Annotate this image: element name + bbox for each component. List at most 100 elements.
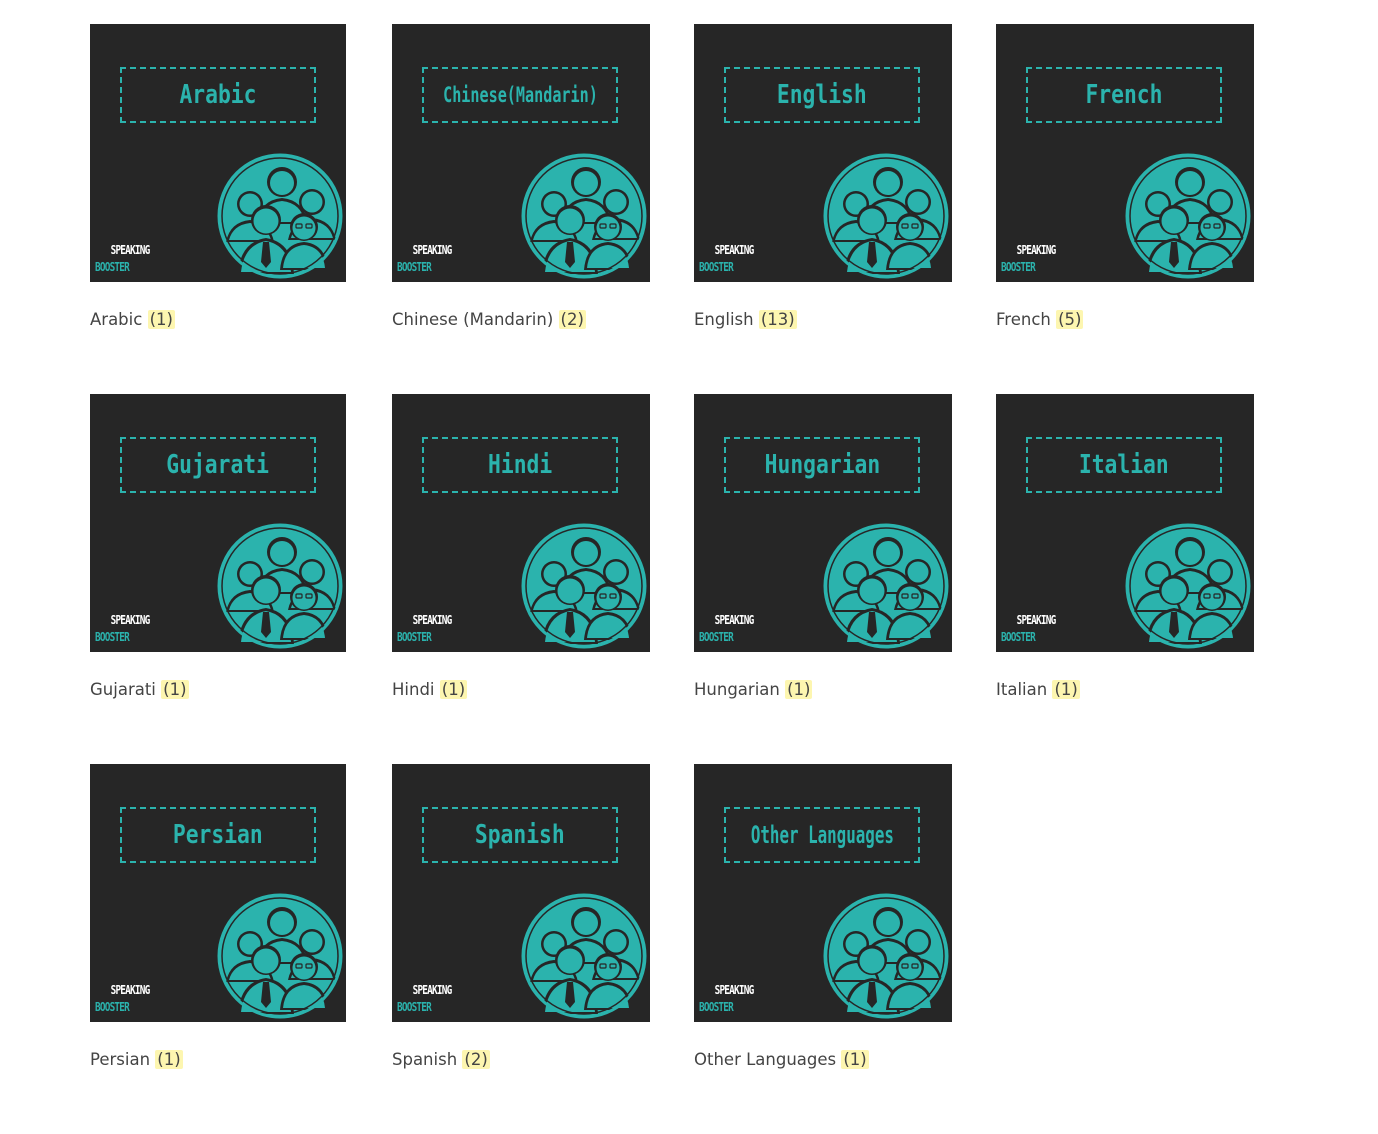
thumbnail-title-box: English <box>724 67 920 123</box>
category-italian[interactable]: Italian SPEAKING BOOSTER Italian (1) <box>996 394 1254 764</box>
brand-logo: SPEAKING BOOSTER <box>1001 613 1056 644</box>
brand-logo: SPEAKING BOOSTER <box>95 243 150 274</box>
category-chinese-mandarin[interactable]: Chinese(Mandarin) SPEAKING BOOSTER Chines… <box>392 24 650 394</box>
category-label: Italian <box>996 680 1048 699</box>
brand-logo: SPEAKING BOOSTER <box>699 983 754 1014</box>
brand-logo: SPEAKING BOOSTER <box>95 613 150 644</box>
category-label: English <box>694 310 754 329</box>
thumbnail-title-box: Spanish <box>422 807 618 863</box>
thumbnail-title-box: Chinese(Mandarin) <box>422 67 618 123</box>
category-caption[interactable]: Other Languages (1) <box>694 1050 952 1069</box>
thumbnail-title: Persian <box>173 820 263 850</box>
people-group-icon <box>823 893 949 1019</box>
category-caption[interactable]: Italian (1) <box>996 680 1254 699</box>
category-label: Gujarati <box>90 680 156 699</box>
category-count-badge: (13) <box>758 310 797 329</box>
people-group-icon <box>1125 153 1251 279</box>
category-label: French <box>996 310 1051 329</box>
category-grid: Arabic SPEAKING BOOSTER Arabic (1) Chines… <box>90 24 1254 1134</box>
thumbnail-title-box: Hindi <box>422 437 618 493</box>
thumbnail-title: Spanish <box>475 820 565 850</box>
category-hungarian[interactable]: Hungarian SPEAKING BOOSTER Hungarian (1) <box>694 394 952 764</box>
people-group-icon <box>521 153 647 279</box>
category-thumbnail[interactable]: English SPEAKING BOOSTER <box>694 24 952 282</box>
category-thumbnail[interactable]: French SPEAKING BOOSTER <box>996 24 1254 282</box>
category-thumbnail[interactable]: Persian SPEAKING BOOSTER <box>90 764 346 1022</box>
people-group-icon <box>823 523 949 649</box>
thumbnail-title-box: Hungarian <box>724 437 920 493</box>
category-caption[interactable]: Hungarian (1) <box>694 680 952 699</box>
category-count-badge: (1) <box>161 680 189 699</box>
people-group-icon <box>217 893 343 1019</box>
category-label: Spanish <box>392 1050 458 1069</box>
category-thumbnail[interactable]: Spanish SPEAKING BOOSTER <box>392 764 650 1022</box>
thumbnail-title: English <box>777 80 867 110</box>
category-label: Chinese (Mandarin) <box>392 310 554 329</box>
thumbnail-title: Hungarian <box>764 450 880 480</box>
category-hindi[interactable]: Hindi SPEAKING BOOSTER Hindi (1) <box>392 394 650 764</box>
category-count-badge: (2) <box>558 310 586 329</box>
category-count-badge: (5) <box>1056 310 1084 329</box>
thumbnail-title-box: French <box>1026 67 1222 123</box>
brand-logo: SPEAKING BOOSTER <box>397 983 452 1014</box>
category-count-badge: (1) <box>147 310 175 329</box>
category-thumbnail[interactable]: Hungarian SPEAKING BOOSTER <box>694 394 952 652</box>
thumbnail-title-box: Arabic <box>120 67 316 123</box>
category-other-languages[interactable]: Other Languages SPEAKING BOOSTER Other La… <box>694 764 952 1134</box>
thumbnail-title: Chinese(Mandarin) <box>442 83 598 107</box>
category-count-badge: (1) <box>1052 680 1080 699</box>
people-group-icon <box>217 523 343 649</box>
people-group-icon <box>823 153 949 279</box>
category-persian[interactable]: Persian SPEAKING BOOSTER Persian (1) <box>90 764 348 1134</box>
category-count-badge: (1) <box>841 1050 869 1069</box>
category-spanish[interactable]: Spanish SPEAKING BOOSTER Spanish (2) <box>392 764 650 1134</box>
category-thumbnail[interactable]: Hindi SPEAKING BOOSTER <box>392 394 650 652</box>
thumbnail-title: French <box>1085 80 1163 110</box>
thumbnail-title: Other Languages <box>750 821 894 849</box>
brand-logo: SPEAKING BOOSTER <box>397 243 452 274</box>
thumbnail-title: Italian <box>1079 450 1169 480</box>
brand-logo: SPEAKING BOOSTER <box>397 613 452 644</box>
brand-logo: SPEAKING BOOSTER <box>1001 243 1056 274</box>
category-caption[interactable]: French (5) <box>996 310 1254 329</box>
thumbnail-title: Gujarati <box>166 450 270 480</box>
category-label: Other Languages <box>694 1050 837 1069</box>
category-label: Hungarian <box>694 680 780 699</box>
category-count-badge: (1) <box>155 1050 183 1069</box>
brand-logo: SPEAKING BOOSTER <box>95 983 150 1014</box>
category-count-badge: (1) <box>439 680 468 699</box>
category-label: Persian <box>90 1050 151 1069</box>
category-caption[interactable]: Spanish (2) <box>392 1050 650 1069</box>
category-thumbnail[interactable]: Other Languages SPEAKING BOOSTER <box>694 764 952 1022</box>
category-caption[interactable]: Hindi (1) <box>392 680 650 699</box>
category-english[interactable]: English SPEAKING BOOSTER English (13) <box>694 24 952 394</box>
category-caption[interactable]: Gujarati (1) <box>90 680 348 699</box>
people-group-icon <box>1125 523 1251 649</box>
people-group-icon <box>521 523 647 649</box>
category-caption[interactable]: Chinese (Mandarin) (2) <box>392 310 650 329</box>
category-caption[interactable]: Persian (1) <box>90 1050 348 1069</box>
category-label: Arabic <box>90 310 143 329</box>
thumbnail-title: Hindi <box>487 450 553 480</box>
category-count-badge: (1) <box>785 680 813 699</box>
thumbnail-title-box: Gujarati <box>120 437 316 493</box>
category-french[interactable]: French SPEAKING BOOSTER French (5) <box>996 24 1254 394</box>
people-group-icon <box>521 893 647 1019</box>
brand-logo: SPEAKING BOOSTER <box>699 613 754 644</box>
category-count-badge: (2) <box>462 1050 490 1069</box>
category-caption[interactable]: Arabic (1) <box>90 310 348 329</box>
category-caption[interactable]: English (13) <box>694 310 952 329</box>
category-arabic[interactable]: Arabic SPEAKING BOOSTER Arabic (1) <box>90 24 348 394</box>
category-gujarati[interactable]: Gujarati SPEAKING BOOSTER Gujarati (1) <box>90 394 348 764</box>
thumbnail-title: Arabic <box>179 80 257 110</box>
thumbnail-title-box: Italian <box>1026 437 1222 493</box>
brand-logo: SPEAKING BOOSTER <box>699 243 754 274</box>
category-label: Hindi <box>392 680 435 699</box>
category-thumbnail[interactable]: Italian SPEAKING BOOSTER <box>996 394 1254 652</box>
thumbnail-title-box: Persian <box>120 807 316 863</box>
category-thumbnail[interactable]: Arabic SPEAKING BOOSTER <box>90 24 346 282</box>
category-thumbnail[interactable]: Gujarati SPEAKING BOOSTER <box>90 394 346 652</box>
thumbnail-title-box: Other Languages <box>724 807 920 863</box>
category-thumbnail[interactable]: Chinese(Mandarin) SPEAKING BOOSTER <box>392 24 650 282</box>
people-group-icon <box>217 153 343 279</box>
